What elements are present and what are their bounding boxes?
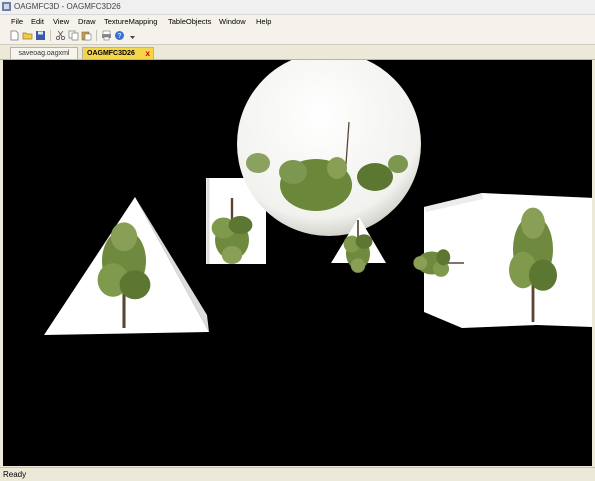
toolbar: ? (0, 28, 595, 45)
cut-icon[interactable] (55, 30, 66, 41)
help-icon[interactable]: ? (114, 30, 125, 41)
tab-oagmfc3d26[interactable]: OAGMFC3D26 x (82, 47, 154, 59)
textured-cube (412, 193, 592, 328)
document-tab-bar: saveoag.oagxml OAGMFC3D26 x (0, 45, 595, 60)
toolbar-separator (50, 30, 51, 41)
save-icon[interactable] (35, 30, 46, 41)
menu-edit[interactable]: Edit (31, 17, 44, 26)
open-icon[interactable] (22, 30, 33, 41)
menu-help[interactable]: Help (256, 17, 271, 26)
status-text: Ready (3, 470, 27, 479)
textured-sphere (237, 60, 421, 236)
copy-icon[interactable] (68, 30, 79, 41)
menu-file[interactable]: File (11, 17, 23, 26)
toolbar-overflow-icon[interactable] (127, 30, 138, 41)
title-bar: OAGMFC3D - OAGMFC3D26 (0, 0, 595, 15)
print-icon[interactable] (101, 30, 112, 41)
menu-draw[interactable]: Draw (78, 17, 96, 26)
menu-window[interactable]: Window (219, 17, 246, 26)
menu-texturemapping[interactable]: TextureMapping (104, 17, 157, 26)
menu-tableobjects[interactable]: TableObjects (168, 17, 211, 26)
textured-pyramid (44, 197, 209, 335)
new-icon[interactable] (9, 30, 20, 41)
tab-label: saveoag.oagxml (18, 50, 70, 57)
toolbar-separator (96, 30, 97, 41)
window-title: OAGMFC3D - OAGMFC3D26 (14, 2, 121, 11)
tab-label: OAGMFC3D26 (87, 50, 135, 57)
paste-icon[interactable] (81, 30, 92, 41)
menu-view[interactable]: View (53, 17, 69, 26)
close-tab-icon[interactable]: x (146, 48, 150, 60)
svg-text:?: ? (118, 33, 122, 40)
app-icon (2, 2, 11, 11)
3d-viewport[interactable] (3, 60, 592, 466)
menu-bar: File Edit View Draw TextureMapping Table… (0, 15, 595, 28)
scene-canvas (44, 60, 592, 335)
status-bar: Ready (0, 467, 595, 481)
tab-saveoag[interactable]: saveoag.oagxml (10, 47, 78, 59)
